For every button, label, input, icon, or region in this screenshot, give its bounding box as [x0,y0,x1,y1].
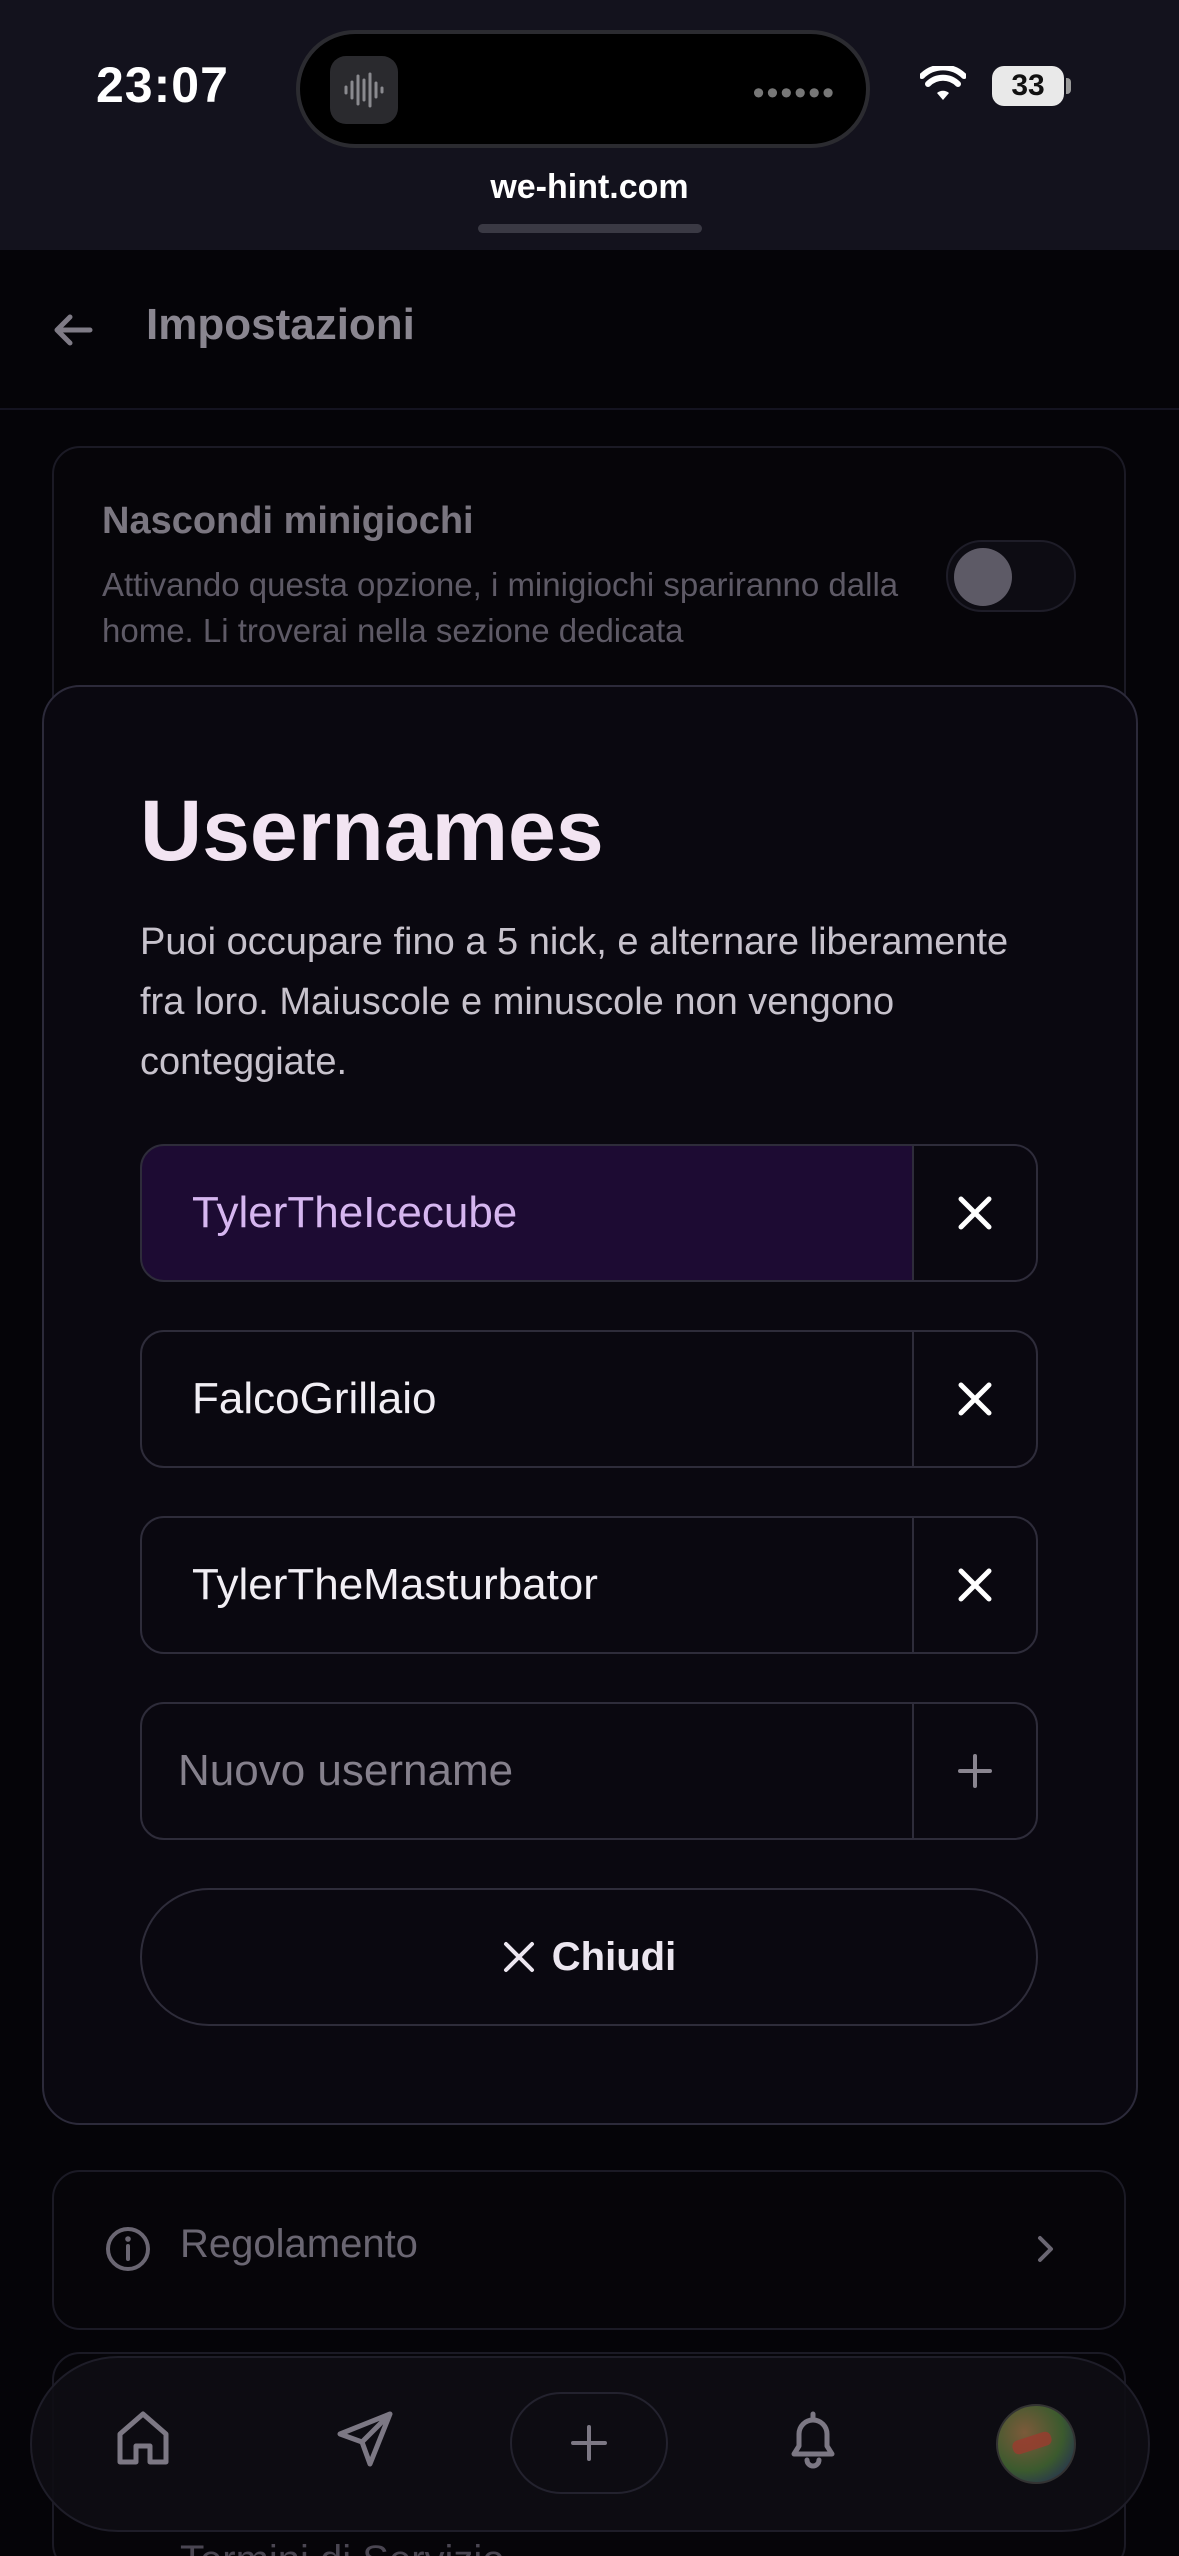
username-row[interactable]: TylerTheMasturbator [140,1516,1038,1654]
send-icon[interactable] [334,2408,396,2470]
battery-indicator: 33 [992,66,1064,106]
home-icon[interactable] [114,2408,172,2468]
username-row[interactable]: FalcoGrillaio [140,1330,1038,1468]
browser-url[interactable]: we-hint.com [0,168,1179,207]
close-icon [958,1196,992,1230]
close-dialog-label: Chiudi [551,1934,677,1979]
status-time: 23:07 [96,57,229,113]
username-label[interactable]: TylerTheMasturbator [142,1518,914,1652]
info-icon [106,2227,150,2271]
username-row-active[interactable]: TylerTheIcecube [140,1144,1038,1282]
dialog-description: Puoi occupare fino a 5 nick, e alternare… [140,921,1009,1083]
battery-tip [1066,78,1071,94]
rules-label: Regolamento [180,2222,418,2266]
new-username-input[interactable] [142,1704,914,1838]
audio-waveform-icon [330,56,398,124]
status-bar: 23:07 •••••• 33 we-hint.com [0,0,1179,250]
username-label[interactable]: FalcoGrillaio [142,1332,914,1466]
remove-username-button[interactable] [914,1146,1036,1280]
url-underline [478,224,702,233]
avatar[interactable] [996,2404,1076,2484]
plus-icon [958,1754,992,1788]
toggle-knob [954,548,1012,606]
hide-minigames-title: Nascondi minigiochi [102,500,474,542]
dynamic-island: •••••• [296,30,870,148]
close-icon [503,1942,534,1972]
dialog-title: Usernames [140,783,604,879]
hide-minigames-description: Attivando questa opzione, i minigiochi s… [102,566,899,649]
wifi-icon [920,66,966,100]
add-username-button[interactable] [914,1704,1036,1838]
page-title: Impostazioni [146,300,415,349]
create-post-button[interactable] [510,2392,668,2494]
close-icon [958,1382,992,1416]
bell-icon[interactable] [784,2408,842,2470]
hide-minigames-toggle[interactable] [946,540,1076,612]
remove-username-button[interactable] [914,1332,1036,1466]
new-username-row [140,1702,1038,1840]
username-label[interactable]: TylerTheIcecube [142,1146,914,1280]
remove-username-button[interactable] [914,1518,1036,1652]
close-dialog-button[interactable]: Chiudi [140,1888,1038,2026]
back-arrow-icon[interactable] [50,306,98,354]
terms-label: Termini di Servizio [180,2538,505,2556]
island-dots: •••••• [752,74,836,112]
chevron-right-icon [1038,2236,1053,2262]
plus-icon [571,2425,607,2461]
close-icon [958,1568,992,1602]
